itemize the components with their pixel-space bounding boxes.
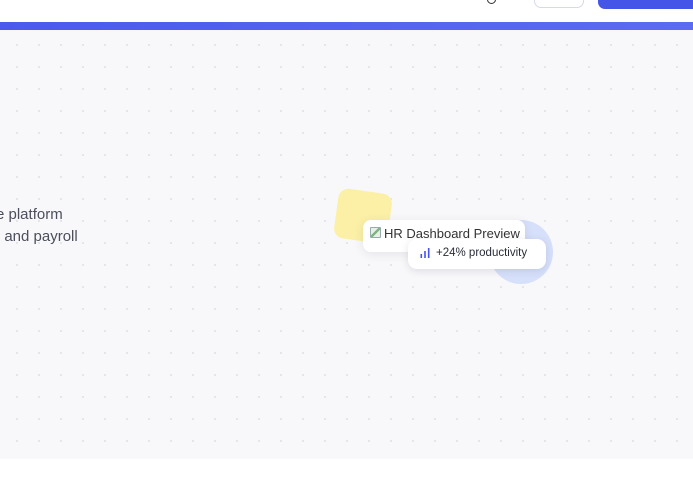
globe-icon[interactable] — [487, 0, 496, 4]
productivity-badge: +24% productivity — [408, 239, 546, 269]
accent-bar — [0, 22, 693, 30]
broken-image-icon — [370, 227, 381, 238]
cta-button[interactable] — [598, 0, 693, 9]
hero-subtitle-line-1: e platform — [0, 206, 63, 223]
bar-chart-icon — [420, 248, 430, 258]
page-bottom — [0, 459, 693, 483]
hero-subtitle: e platform , and payroll — [0, 204, 136, 248]
top-navigation — [0, 0, 693, 22]
login-button[interactable] — [534, 0, 584, 8]
hero-subtitle-line-2: , and payroll — [0, 228, 78, 245]
badge-label: +24% productivity — [436, 247, 528, 259]
